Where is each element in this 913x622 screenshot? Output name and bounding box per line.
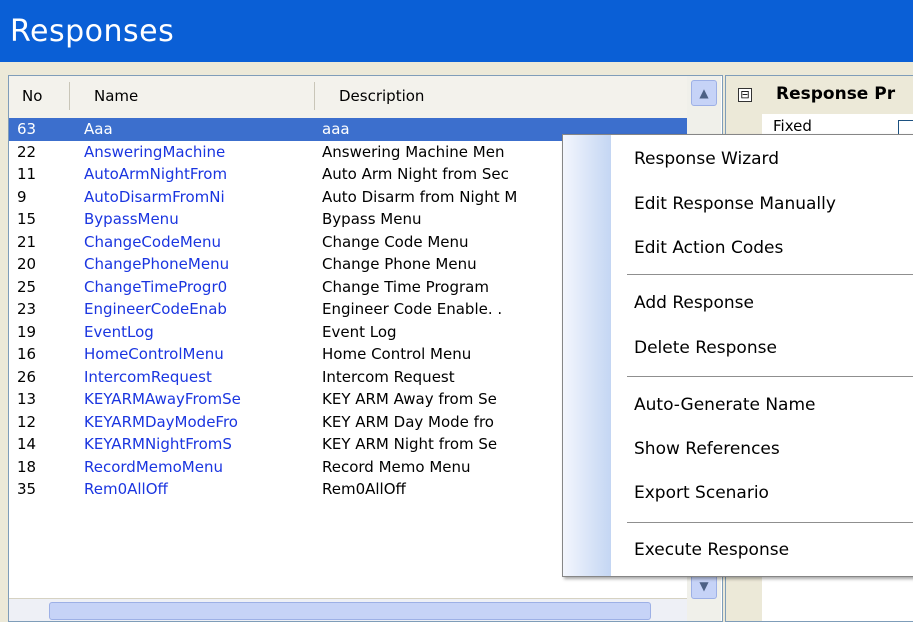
horizontal-scroll-thumb[interactable]: [49, 602, 651, 620]
row-description: KEY ARM Away from Se: [322, 390, 497, 408]
menu-item-edit-action-codes[interactable]: Edit Action Codes: [634, 238, 783, 258]
row-name[interactable]: Rem0AllOff: [84, 480, 168, 498]
row-description: Engineer Code Enable. .: [322, 300, 503, 318]
row-no: 9: [17, 187, 27, 206]
horizontal-scrollbar[interactable]: [9, 598, 687, 621]
row-description: Bypass Menu: [322, 210, 422, 228]
row-no: 23: [17, 300, 37, 318]
title-bar: Responses: [0, 0, 913, 62]
row-name[interactable]: EngineerCodeEnab: [84, 300, 227, 318]
row-description: Change Code Menu: [322, 232, 469, 251]
row-no: 11: [17, 165, 37, 183]
column-header-name[interactable]: Name: [94, 87, 138, 105]
row-no: 26: [17, 367, 37, 386]
row-description: Answering Machine Men: [322, 142, 505, 161]
row-no: 13: [17, 390, 37, 408]
row-no: 22: [17, 142, 37, 161]
row-no: 19: [17, 322, 37, 341]
column-header-description[interactable]: Description: [339, 87, 424, 105]
row-no: 20: [17, 255, 37, 273]
row-name[interactable]: ChangePhoneMenu: [84, 255, 229, 273]
row-description: Auto Arm Night from Sec: [322, 165, 509, 183]
row-description: Record Memo Menu: [322, 457, 471, 476]
row-description: KEY ARM Day Mode fro: [322, 412, 494, 431]
menu-item-export-scenario[interactable]: Export Scenario: [634, 483, 769, 503]
row-name[interactable]: RecordMemoMenu: [84, 458, 223, 476]
row-name[interactable]: EventLog: [84, 323, 154, 341]
menu-item-response-wizard[interactable]: Response Wizard: [634, 149, 779, 169]
menu-item-add-response[interactable]: Add Response: [634, 293, 754, 313]
row-no: 16: [17, 345, 37, 363]
row-description: aaa: [322, 120, 350, 138]
menu-item-auto-generate-name[interactable]: Auto-Generate Name: [634, 395, 816, 415]
menu-gutter: [563, 135, 611, 576]
row-description: Intercom Request: [322, 367, 455, 386]
row-no: 18: [17, 457, 37, 476]
context-menu: Response Wizard Edit Response Manually E…: [562, 134, 913, 577]
menu-separator: [627, 376, 913, 377]
menu-item-show-references[interactable]: Show References: [634, 439, 780, 459]
row-no: 12: [17, 412, 37, 431]
row-name[interactable]: ChangeCodeMenu: [84, 233, 221, 251]
row-no: 25: [17, 277, 37, 296]
property-label-fixed: Fixed: [773, 117, 812, 135]
row-description: Auto Disarm from Night M: [322, 187, 518, 206]
menu-item-execute-response[interactable]: Execute Response: [634, 540, 789, 560]
row-name[interactable]: Aaa: [84, 120, 113, 138]
row-name[interactable]: BypassMenu: [84, 210, 179, 228]
row-no: 14: [17, 435, 37, 453]
row-no: 21: [17, 232, 37, 251]
row-name[interactable]: HomeControlMenu: [84, 345, 224, 363]
grid-header: No Name Description: [9, 76, 687, 119]
row-name[interactable]: IntercomRequest: [84, 368, 212, 386]
row-no: 35: [17, 480, 37, 498]
menu-item-edit-response-manually[interactable]: Edit Response Manually: [634, 194, 836, 214]
row-description: Rem0AllOff: [322, 480, 406, 498]
row-description: Event Log: [322, 322, 397, 341]
row-name[interactable]: ChangeTimeProgr0: [84, 278, 227, 296]
row-name[interactable]: AutoArmNightFrom: [84, 165, 227, 183]
column-header-no[interactable]: No: [22, 87, 42, 105]
menu-item-delete-response[interactable]: Delete Response: [634, 338, 777, 358]
row-name[interactable]: KEYARMDayModeFro: [84, 413, 238, 431]
scroll-up-icon[interactable]: ▲: [691, 80, 717, 106]
properties-header: ⊟ Response Pr: [726, 76, 913, 114]
row-name[interactable]: AnsweringMachine: [84, 143, 225, 161]
row-description: Change Time Program: [322, 277, 489, 296]
row-description: Change Phone Menu: [322, 255, 477, 273]
menu-separator: [627, 522, 913, 523]
menu-separator: [627, 274, 913, 275]
row-description: KEY ARM Night from Se: [322, 435, 498, 453]
row-no: 15: [17, 210, 37, 228]
collapse-icon[interactable]: ⊟: [738, 88, 752, 102]
properties-title: Response Pr: [776, 84, 896, 104]
row-name[interactable]: KEYARMAwayFromSe: [84, 390, 241, 408]
column-separator[interactable]: [314, 82, 315, 110]
row-name[interactable]: AutoDisarmFromNi: [84, 188, 225, 206]
window-title: Responses: [10, 14, 175, 49]
row-no: 63: [17, 120, 37, 138]
row-name[interactable]: KEYARMNightFromS: [84, 435, 232, 453]
column-separator[interactable]: [69, 82, 70, 110]
row-description: Home Control Menu: [322, 345, 472, 363]
